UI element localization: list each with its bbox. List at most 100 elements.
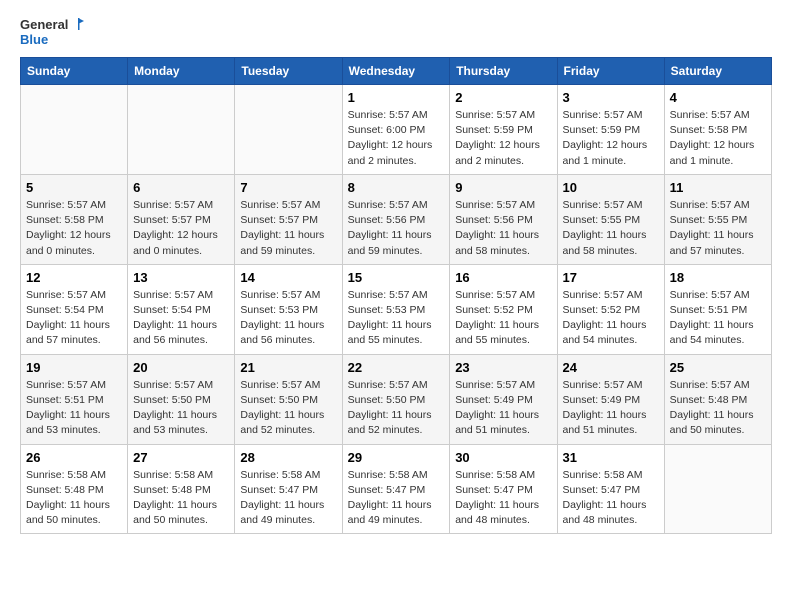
day-number: 29 [348,450,445,465]
day-number: 1 [348,90,445,105]
page: General Blue Sunday Monday Tuesday Wedne… [0,0,792,612]
calendar-cell-1-5: 10 Sunrise: 5:57 AMSunset: 5:55 PMDayligh… [557,174,664,264]
day-number: 20 [133,360,229,375]
day-number: 2 [455,90,551,105]
day-info: Sunrise: 5:57 AMSunset: 5:50 PMDaylight:… [133,378,229,439]
col-saturday: Saturday [664,58,771,85]
header: General Blue [20,16,772,47]
day-number: 16 [455,270,551,285]
day-number: 25 [670,360,766,375]
day-info: Sunrise: 5:57 AMSunset: 5:50 PMDaylight:… [348,378,445,439]
day-info: Sunrise: 5:57 AMSunset: 5:56 PMDaylight:… [455,198,551,259]
day-info: Sunrise: 5:57 AMSunset: 5:48 PMDaylight:… [670,378,766,439]
col-monday: Monday [128,58,235,85]
day-number: 28 [240,450,336,465]
day-number: 6 [133,180,229,195]
day-number: 27 [133,450,229,465]
day-info: Sunrise: 5:58 AMSunset: 5:48 PMDaylight:… [133,468,229,529]
day-number: 17 [563,270,659,285]
day-info: Sunrise: 5:57 AMSunset: 5:57 PMDaylight:… [133,198,229,259]
week-row-2: 5 Sunrise: 5:57 AMSunset: 5:58 PMDaylight… [21,174,772,264]
calendar-cell-0-6: 4 Sunrise: 5:57 AMSunset: 5:58 PMDaylight… [664,85,771,175]
calendar-cell-4-5: 31 Sunrise: 5:58 AMSunset: 5:47 PMDayligh… [557,444,664,534]
day-info: Sunrise: 5:57 AMSunset: 5:53 PMDaylight:… [240,288,336,349]
day-number: 8 [348,180,445,195]
day-number: 11 [670,180,766,195]
day-number: 4 [670,90,766,105]
day-info: Sunrise: 5:57 AMSunset: 5:49 PMDaylight:… [455,378,551,439]
col-tuesday: Tuesday [235,58,342,85]
day-number: 3 [563,90,659,105]
day-info: Sunrise: 5:57 AMSunset: 5:52 PMDaylight:… [455,288,551,349]
day-number: 23 [455,360,551,375]
week-row-4: 19Sunrise: 5:57 AMSunset: 5:51 PMDayligh… [21,354,772,444]
calendar-cell-2-5: 17 Sunrise: 5:57 AMSunset: 5:52 PMDayligh… [557,264,664,354]
day-info: Sunrise: 5:57 AMSunset: 5:56 PMDaylight:… [348,198,445,259]
calendar-cell-1-6: 11Sunrise: 5:57 AMSunset: 5:55 PMDayligh… [664,174,771,264]
week-row-5: 26 Sunrise: 5:58 AMSunset: 5:48 PMDayligh… [21,444,772,534]
day-info: Sunrise: 5:57 AMSunset: 5:55 PMDaylight:… [563,198,659,259]
calendar-cell-1-4: 9 Sunrise: 5:57 AMSunset: 5:56 PMDaylight… [450,174,557,264]
calendar-cell-0-5: 3Sunrise: 5:57 AMSunset: 5:59 PMDaylight… [557,85,664,175]
calendar-cell-0-1 [128,85,235,175]
day-number: 21 [240,360,336,375]
day-number: 5 [26,180,122,195]
col-sunday: Sunday [21,58,128,85]
calendar-cell-0-2 [235,85,342,175]
calendar-cell-2-1: 13 Sunrise: 5:57 AMSunset: 5:54 PMDayligh… [128,264,235,354]
logo-blue-text: Blue [20,32,48,47]
day-info: Sunrise: 5:58 AMSunset: 5:47 PMDaylight:… [348,468,445,529]
day-number: 13 [133,270,229,285]
logo-flag-icon [70,16,86,32]
calendar-cell-4-4: 30 Sunrise: 5:58 AMSunset: 5:47 PMDayligh… [450,444,557,534]
day-number: 22 [348,360,445,375]
day-number: 15 [348,270,445,285]
day-number: 7 [240,180,336,195]
day-info: Sunrise: 5:57 AMSunset: 5:53 PMDaylight:… [348,288,445,349]
week-row-1: 1 Sunrise: 5:57 AMSunset: 6:00 PMDaylight… [21,85,772,175]
calendar-cell-4-2: 28 Sunrise: 5:58 AMSunset: 5:47 PMDayligh… [235,444,342,534]
calendar-header-row: Sunday Monday Tuesday Wednesday Thursday… [21,58,772,85]
day-info: Sunrise: 5:57 AMSunset: 5:51 PMDaylight:… [670,288,766,349]
day-number: 30 [455,450,551,465]
calendar-cell-0-4: 2 Sunrise: 5:57 AMSunset: 5:59 PMDaylight… [450,85,557,175]
day-number: 26 [26,450,122,465]
calendar-cell-2-4: 16 Sunrise: 5:57 AMSunset: 5:52 PMDayligh… [450,264,557,354]
day-number: 12 [26,270,122,285]
calendar-cell-3-3: 22 Sunrise: 5:57 AMSunset: 5:50 PMDayligh… [342,354,450,444]
calendar-cell-2-6: 18Sunrise: 5:57 AMSunset: 5:51 PMDayligh… [664,264,771,354]
col-friday: Friday [557,58,664,85]
day-info: Sunrise: 5:57 AMSunset: 5:58 PMDaylight:… [26,198,122,259]
day-info: Sunrise: 5:57 AMSunset: 5:49 PMDaylight:… [563,378,659,439]
day-info: Sunrise: 5:57 AMSunset: 6:00 PMDaylight:… [348,108,445,169]
day-info: Sunrise: 5:57 AMSunset: 5:54 PMDaylight:… [26,288,122,349]
calendar-cell-3-5: 24 Sunrise: 5:57 AMSunset: 5:49 PMDayligh… [557,354,664,444]
day-number: 10 [563,180,659,195]
calendar-cell-3-0: 19Sunrise: 5:57 AMSunset: 5:51 PMDayligh… [21,354,128,444]
calendar-cell-1-2: 7 Sunrise: 5:57 AMSunset: 5:57 PMDaylight… [235,174,342,264]
calendar-cell-0-3: 1 Sunrise: 5:57 AMSunset: 6:00 PMDaylight… [342,85,450,175]
calendar-cell-0-0 [21,85,128,175]
day-info: Sunrise: 5:58 AMSunset: 5:48 PMDaylight:… [26,468,122,529]
day-number: 31 [563,450,659,465]
calendar-cell-1-3: 8 Sunrise: 5:57 AMSunset: 5:56 PMDaylight… [342,174,450,264]
day-info: Sunrise: 5:57 AMSunset: 5:58 PMDaylight:… [670,108,766,169]
day-info: Sunrise: 5:58 AMSunset: 5:47 PMDaylight:… [240,468,336,529]
day-number: 14 [240,270,336,285]
calendar-cell-3-1: 20 Sunrise: 5:57 AMSunset: 5:50 PMDayligh… [128,354,235,444]
logo: General Blue [20,16,86,47]
day-info: Sunrise: 5:57 AMSunset: 5:57 PMDaylight:… [240,198,336,259]
calendar-cell-1-1: 6 Sunrise: 5:57 AMSunset: 5:57 PMDaylight… [128,174,235,264]
calendar-cell-4-6 [664,444,771,534]
calendar-cell-3-4: 23 Sunrise: 5:57 AMSunset: 5:49 PMDayligh… [450,354,557,444]
col-wednesday: Wednesday [342,58,450,85]
calendar-cell-3-6: 25 Sunrise: 5:57 AMSunset: 5:48 PMDayligh… [664,354,771,444]
day-info: Sunrise: 5:57 AMSunset: 5:54 PMDaylight:… [133,288,229,349]
day-info: Sunrise: 5:57 AMSunset: 5:52 PMDaylight:… [563,288,659,349]
logo-general-text: General [20,17,68,32]
day-info: Sunrise: 5:58 AMSunset: 5:47 PMDaylight:… [455,468,551,529]
day-info: Sunrise: 5:58 AMSunset: 5:47 PMDaylight:… [563,468,659,529]
day-number: 9 [455,180,551,195]
day-info: Sunrise: 5:57 AMSunset: 5:59 PMDaylight:… [455,108,551,169]
day-number: 24 [563,360,659,375]
